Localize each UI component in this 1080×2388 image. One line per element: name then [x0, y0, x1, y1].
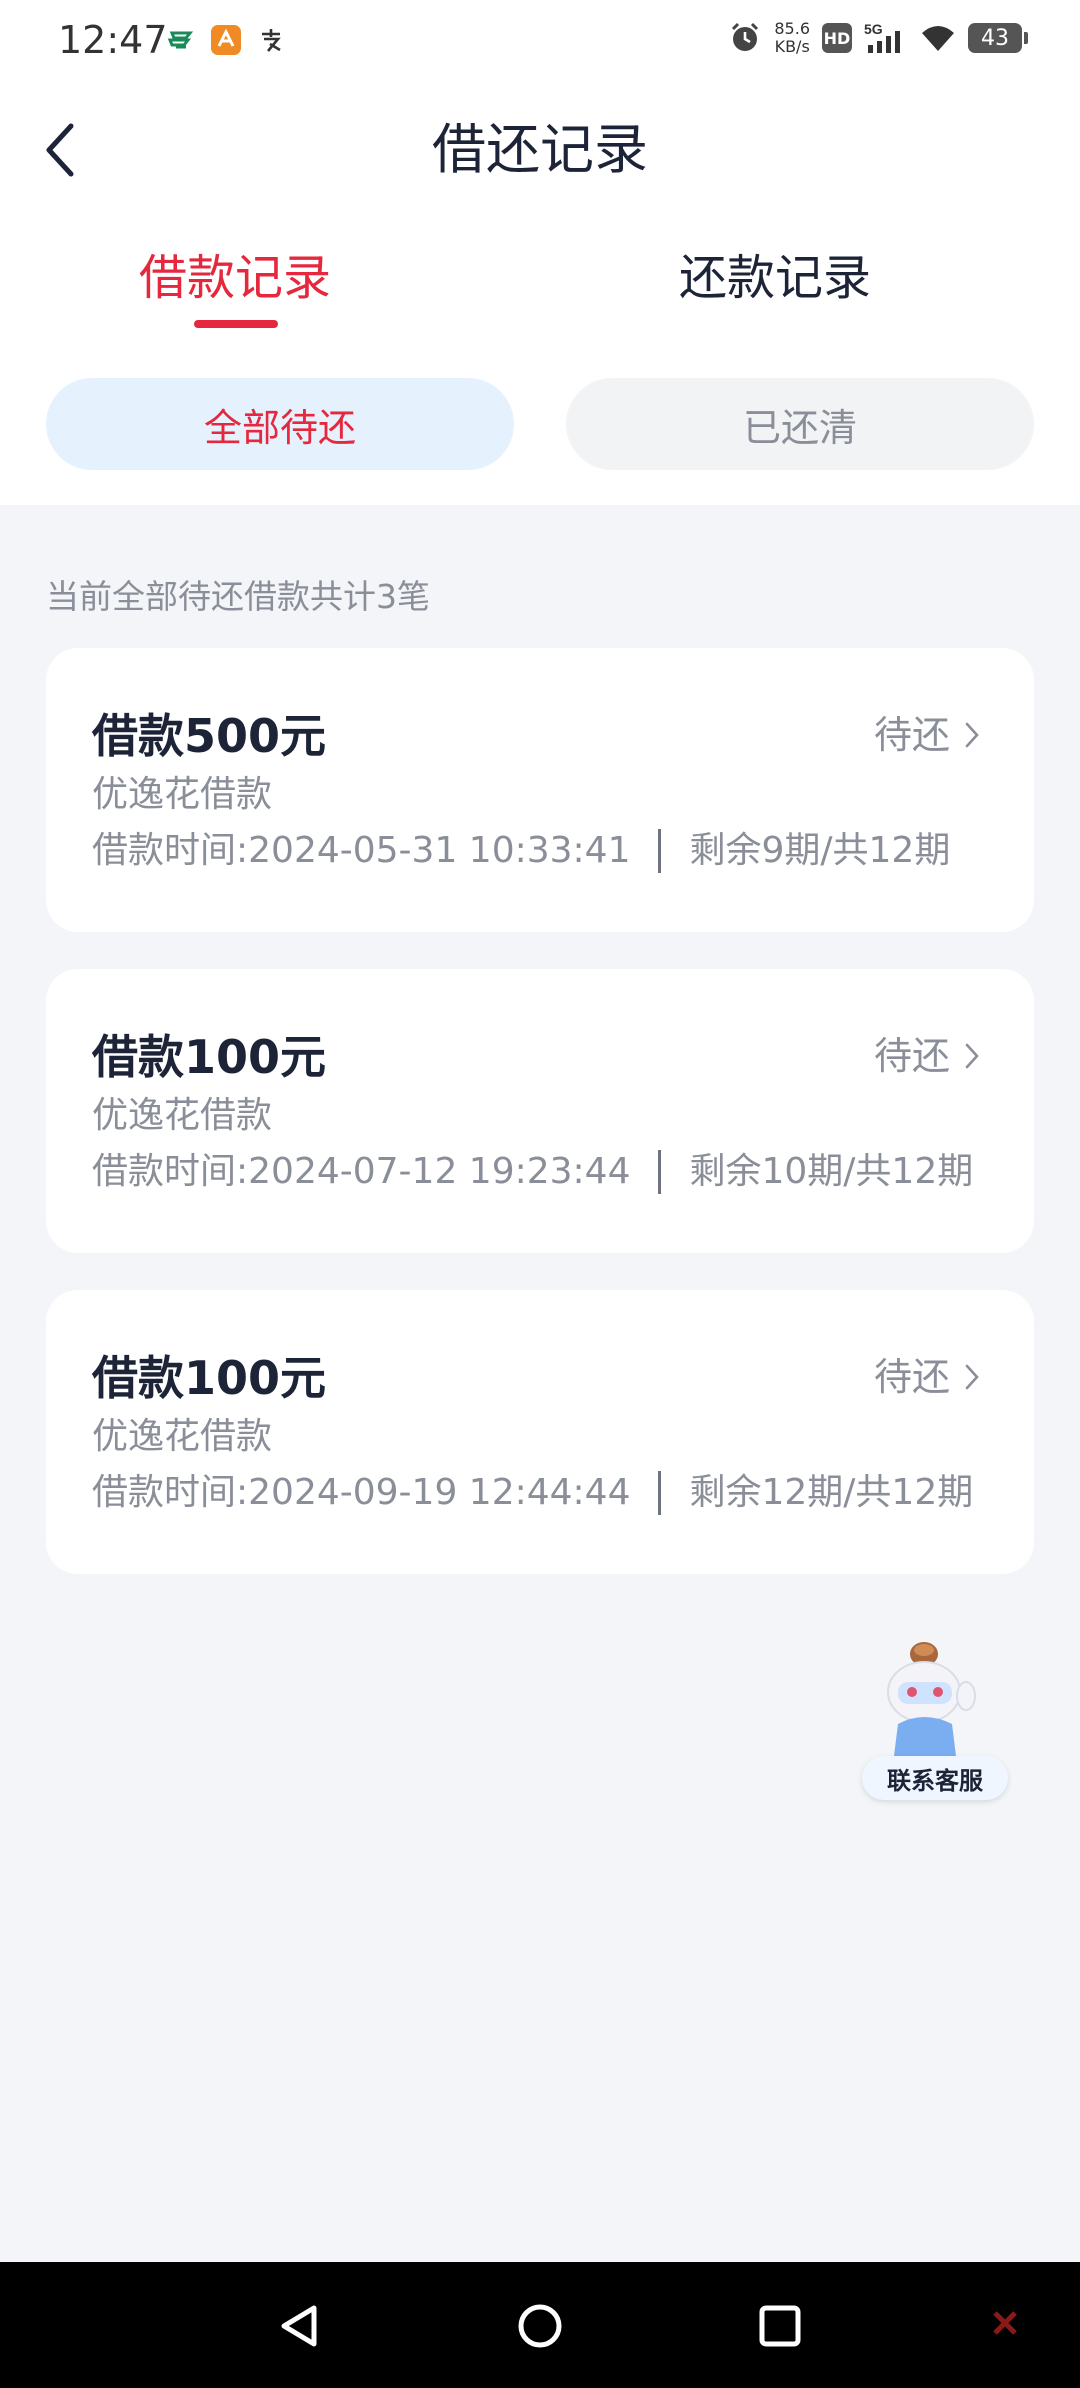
loan-amount: 借款100元 — [92, 1029, 326, 1085]
loan-time: 借款时间:2024-09-19 12:44:44 — [92, 1472, 631, 1513]
nav-recents-icon — [759, 2305, 801, 2347]
loan-amount: 借款500元 — [92, 708, 326, 764]
loan-product: 优逸花借款 — [92, 1416, 273, 1457]
loan-status[interactable]: 待还 — [874, 1031, 980, 1081]
tab-active-indicator — [194, 320, 278, 328]
watermark-logo — [992, 2310, 1018, 2336]
status-bar: 12:47 85.6 KB/s HD 5G 43 — [0, 0, 1080, 80]
loan-product: 优逸花借款 — [92, 1095, 273, 1136]
loan-periods: 剩余12期/共12期 — [689, 1472, 974, 1513]
loan-amount-value: 100 — [184, 1351, 281, 1405]
signal-icon: 5G — [864, 21, 900, 53]
china-post-icon — [167, 31, 194, 49]
loan-amount-suffix: 元 — [280, 709, 327, 763]
loan-amount: 借款100元 — [92, 1350, 326, 1406]
nav-recents-button[interactable] — [750, 2296, 810, 2356]
loan-amount-value: 100 — [184, 1030, 281, 1084]
divider — [658, 1471, 662, 1515]
alarm-icon — [732, 22, 759, 51]
loan-card[interactable]: 借款100元 待还 优逸花借款 借款时间:2024-09-19 12:44:44… — [46, 1290, 1034, 1574]
battery-icon: 43 — [968, 23, 1028, 53]
network-speed: 85.6 KB/s — [774, 20, 810, 56]
wifi-icon — [922, 26, 954, 51]
loan-product: 优逸花借款 — [92, 774, 273, 815]
loan-amount-value: 500 — [184, 709, 281, 763]
loan-meta: 借款时间:2024-05-31 10:33:41 剩余9期/共12期 — [92, 828, 950, 874]
loan-amount-prefix: 借款 — [92, 709, 184, 763]
status-time: 12:47 — [58, 18, 168, 62]
loan-periods: 剩余9期/共12期 — [689, 830, 951, 871]
loan-amount-prefix: 借款 — [92, 1030, 184, 1084]
loan-status[interactable]: 待还 — [874, 1352, 980, 1402]
alipay-icon — [262, 29, 281, 52]
chevron-right-icon — [965, 1043, 979, 1069]
customer-service-label: 联系客服 — [862, 1756, 1008, 1800]
status-right: 85.6 KB/s HD 5G 43 — [728, 20, 1028, 56]
loan-amount-suffix: 元 — [280, 1030, 327, 1084]
logo-icon — [993, 2311, 1017, 2335]
divider — [658, 829, 662, 873]
loan-time: 借款时间:2024-05-31 10:33:41 — [92, 830, 631, 871]
customer-service-button[interactable]: 联系客服 — [862, 1640, 1008, 1800]
loan-card[interactable]: 借款100元 待还 优逸花借款 借款时间:2024-07-12 19:23:44… — [46, 969, 1034, 1253]
app-icon — [211, 25, 241, 55]
loan-status[interactable]: 待还 — [874, 710, 980, 760]
nav-back-icon — [281, 2305, 317, 2347]
loan-amount-prefix: 借款 — [92, 1351, 184, 1405]
svg-text:5G: 5G — [864, 21, 883, 37]
system-nav-bar — [0, 2262, 1080, 2388]
nav-back-button[interactable] — [268, 2296, 328, 2356]
loan-card[interactable]: 借款500元 待还 优逸花借款 借款时间:2024-05-31 10:33:41… — [46, 648, 1034, 932]
loan-amount-suffix: 元 — [280, 1351, 327, 1405]
loan-periods: 剩余10期/共12期 — [689, 1151, 974, 1192]
nav-home-icon — [518, 2304, 562, 2348]
loan-status-label: 待还 — [873, 1034, 950, 1078]
filter-pending-button[interactable]: 全部待还 — [46, 378, 514, 470]
tab-repay-records[interactable]: 还款记录 — [625, 245, 925, 311]
notification-icons — [166, 24, 286, 56]
speed-value: 85.6 — [774, 19, 810, 38]
loan-meta: 借款时间:2024-07-12 19:23:44 剩余10期/共12期 — [92, 1149, 973, 1195]
chevron-right-icon — [965, 722, 979, 748]
filter-cleared-button[interactable]: 已还清 — [566, 378, 1034, 470]
divider — [658, 1150, 662, 1194]
chevron-right-icon — [965, 1364, 979, 1390]
speed-unit: KB/s — [774, 37, 810, 56]
page-title: 借还记录 — [432, 118, 648, 181]
hd-icon: HD — [822, 23, 852, 53]
loan-meta: 借款时间:2024-09-19 12:44:44 剩余12期/共12期 — [92, 1470, 973, 1516]
loan-status-label: 待还 — [873, 1355, 950, 1399]
nav-home-button[interactable] — [510, 2296, 570, 2356]
loan-status-label: 待还 — [873, 713, 950, 757]
tab-borrow-records[interactable]: 借款记录 — [85, 245, 385, 311]
mascot-icon — [887, 1642, 976, 1756]
loan-time: 借款时间:2024-07-12 19:23:44 — [92, 1151, 631, 1192]
pending-summary: 当前全部待还借款共计3笔 — [46, 577, 430, 616]
